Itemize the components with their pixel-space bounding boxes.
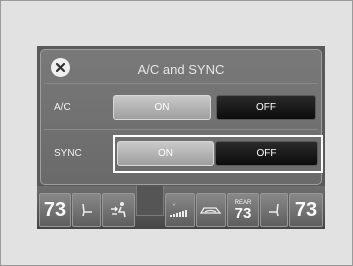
ac-on-button[interactable]: ON xyxy=(113,95,211,120)
rear-temp-display[interactable]: REAR 73 xyxy=(227,193,259,227)
passenger-seat-heater-button[interactable] xyxy=(260,193,288,227)
ac-label: A/C xyxy=(54,102,71,113)
fan-speed-icon xyxy=(170,202,187,217)
sync-row-highlight xyxy=(113,135,323,173)
ac-off-button[interactable]: OFF xyxy=(216,95,316,120)
climate-screen: A/C and SYNC A/C ON OFF SYNC ON OFF 73 R… xyxy=(37,46,325,229)
driver-temp-display[interactable]: 73 xyxy=(39,193,71,227)
manual-figure-frame: A/C and SYNC A/C ON OFF SYNC ON OFF 73 R… xyxy=(0,0,353,266)
rear-temp-value: 73 xyxy=(234,204,252,222)
seat-heater-icon xyxy=(269,203,279,217)
divider xyxy=(44,129,318,130)
fan-speed-button[interactable] xyxy=(165,193,195,227)
ac-sync-dialog: A/C and SYNC A/C ON OFF SYNC ON OFF xyxy=(40,49,323,185)
airflow-mode-icon xyxy=(110,202,126,218)
airflow-mode-button[interactable] xyxy=(102,193,135,227)
climate-bottom-bar: 73 REAR 73 73 xyxy=(37,186,325,229)
driver-seat-heater-button[interactable] xyxy=(72,193,101,227)
passenger-temp-display[interactable]: 73 xyxy=(289,193,323,227)
bar-recess xyxy=(136,186,164,216)
seat-heater-icon xyxy=(81,203,92,217)
dialog-title: A/C and SYNC xyxy=(137,62,225,77)
car-recirculation-icon xyxy=(199,207,222,214)
recirculation-button[interactable] xyxy=(196,193,226,227)
divider xyxy=(44,83,318,84)
sync-label: SYNC xyxy=(54,148,82,159)
